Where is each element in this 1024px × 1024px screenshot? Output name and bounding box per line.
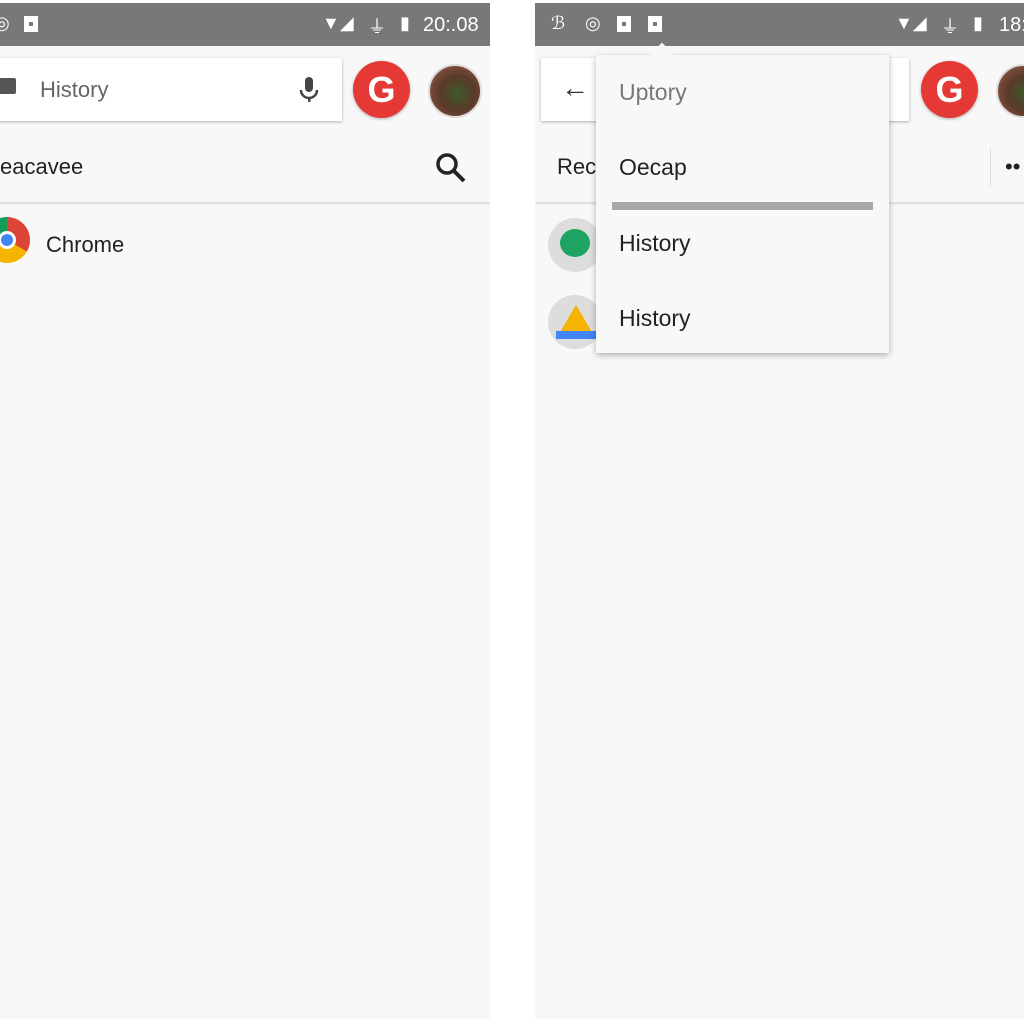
wifi-icon: ▼◢: [322, 13, 354, 33]
status-bar: ℬ ◎ ▼◢ ⏚ ▮ 18:: [535, 3, 1024, 46]
folder-icon: [0, 78, 16, 94]
google-button[interactable]: G: [353, 61, 410, 118]
battery-icon: ▮: [973, 13, 983, 33]
search-input[interactable]: History: [40, 77, 108, 103]
left-screen: ◎ ▼◢ ⏚ ▮ 20:.08 History G eacavee Chrome: [0, 3, 490, 1019]
clock: 18:: [999, 14, 1024, 36]
menu-separator: [612, 202, 873, 210]
google-button[interactable]: G: [921, 61, 978, 118]
battery-icon: ▮: [400, 13, 410, 33]
mic-icon[interactable]: [298, 76, 320, 104]
header: eacavee: [0, 130, 490, 202]
chrome-icon: [0, 217, 30, 263]
menu-item[interactable]: History: [619, 230, 691, 257]
usb-icon: ℬ: [551, 13, 566, 33]
list-item-label: Chrome: [46, 232, 125, 257]
more-button[interactable]: ••: [1005, 154, 1020, 180]
search-bar[interactable]: History: [0, 58, 342, 121]
hangouts-icon[interactable]: [548, 218, 602, 272]
drive-icon[interactable]: [548, 295, 602, 349]
signal-icon: ⏚: [941, 17, 959, 37]
back-arrow-icon[interactable]: ←: [561, 72, 589, 104]
wifi-icon: ▼◢: [895, 13, 927, 33]
notification-icon: [24, 16, 38, 32]
dropdown-menu: Uptory Oecap History History: [596, 42, 889, 353]
divider: [990, 148, 991, 186]
signal-icon: ⏚: [368, 17, 386, 37]
page-title: eacavee: [0, 154, 84, 179]
power-icon: ◎: [585, 13, 601, 33]
notification-icon: [617, 16, 631, 32]
menu-item[interactable]: Oecap: [619, 154, 687, 181]
page-title: Rec: [557, 154, 597, 179]
menu-item[interactable]: History: [619, 305, 691, 332]
status-bar: ◎ ▼◢ ⏚ ▮ 20:.08: [0, 3, 490, 46]
sync-icon: ◎: [0, 13, 10, 33]
clock: 20:.08: [423, 14, 479, 36]
menu-item[interactable]: Uptory: [619, 79, 687, 106]
list-item[interactable]: Chrome: [0, 215, 300, 265]
avatar[interactable]: [428, 64, 482, 118]
avatar[interactable]: [996, 64, 1024, 118]
search-icon[interactable]: [435, 152, 467, 184]
notification-icon: [648, 16, 662, 32]
